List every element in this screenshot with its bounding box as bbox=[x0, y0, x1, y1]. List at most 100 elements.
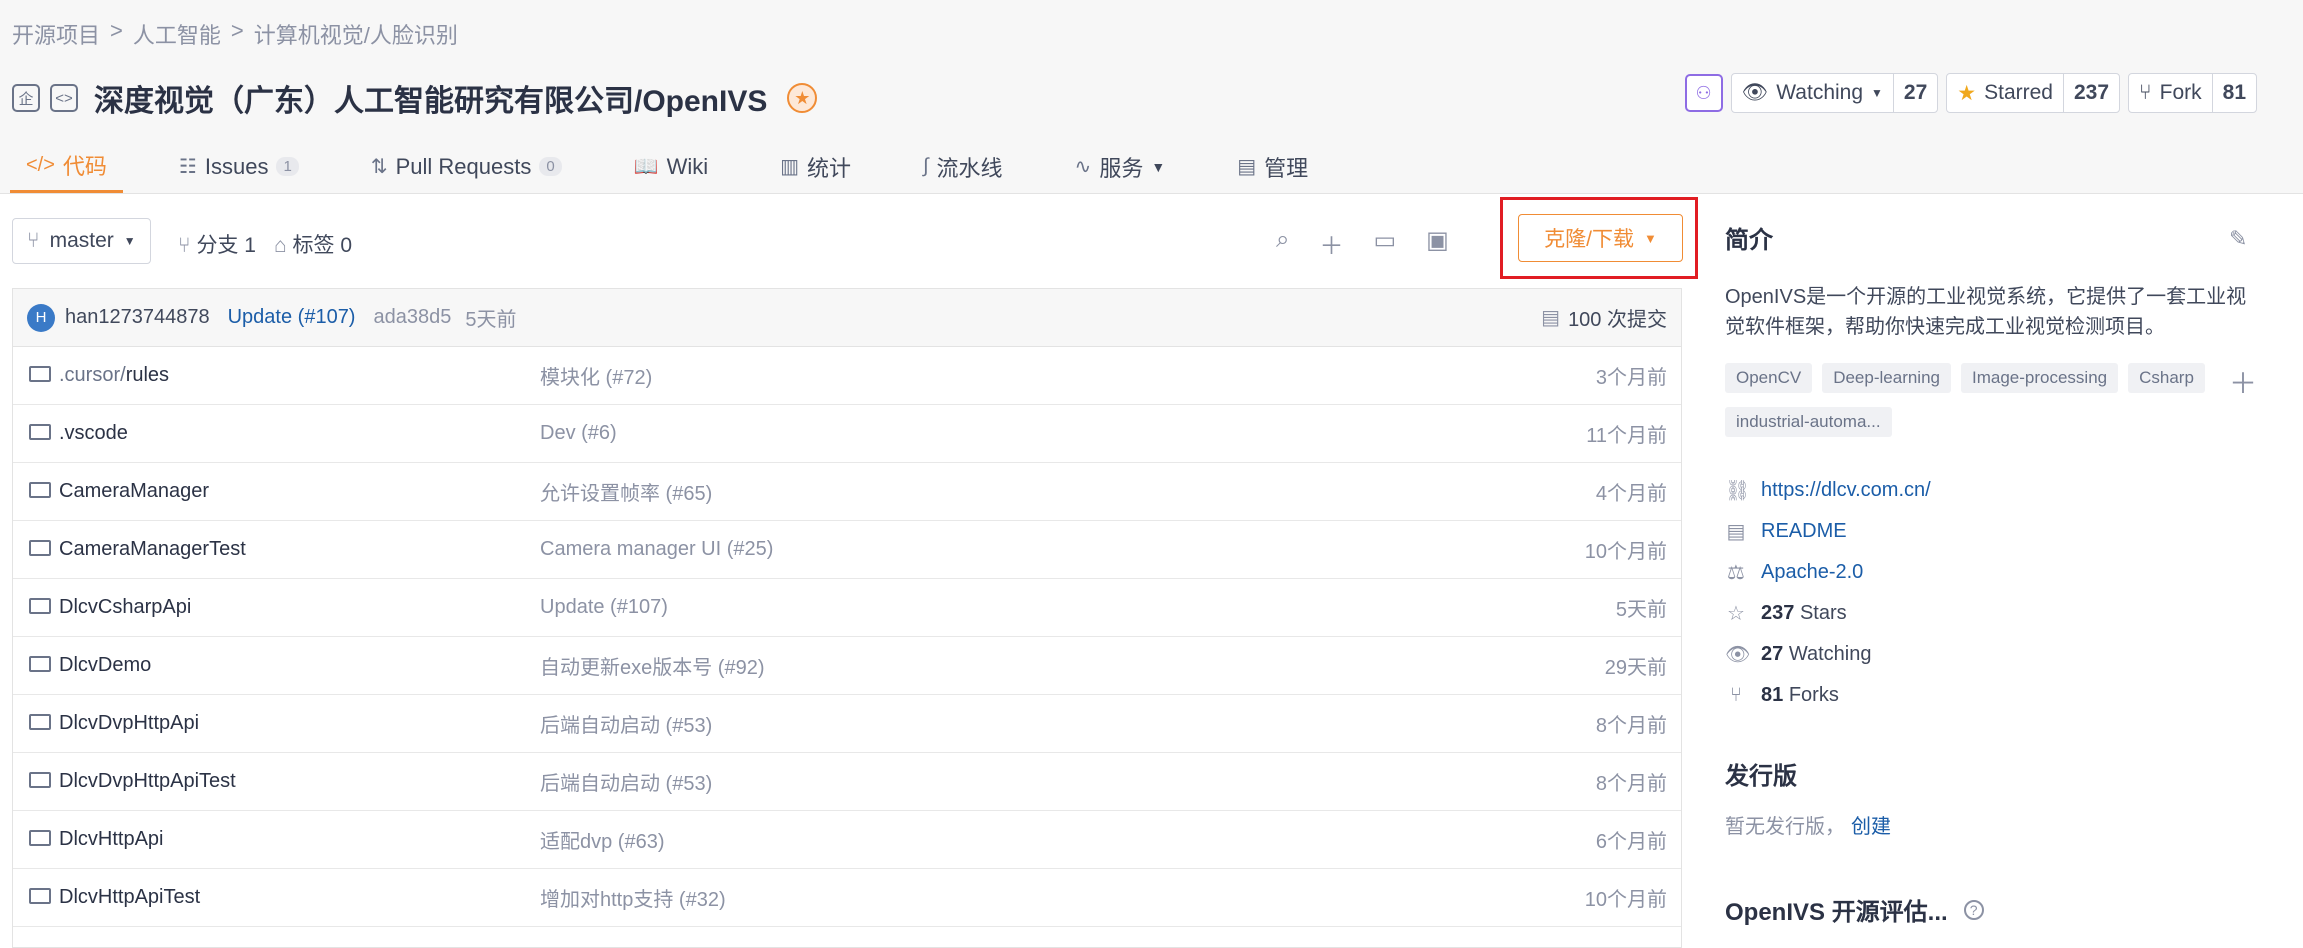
monitor-icon[interactable]: ▭ bbox=[1373, 226, 1396, 261]
file-name: CameraManagerTest bbox=[59, 538, 246, 560]
file-path-prefix: .cursor/ bbox=[59, 364, 126, 386]
file-commit-message[interactable]: 模块化 (#72) bbox=[540, 361, 652, 390]
help-icon[interactable]: ? bbox=[1963, 899, 1984, 920]
forks-num: 81 bbox=[1761, 684, 1784, 706]
topic-tags: OpenCV Deep-learning Image-processing Cs… bbox=[1725, 363, 2215, 437]
file-name-cell[interactable]: .vscode bbox=[29, 422, 128, 445]
forks-label: Forks bbox=[1788, 684, 1839, 706]
breadcrumb-item[interactable]: 人工智能 bbox=[133, 18, 221, 50]
topic-tag[interactable]: OpenCV bbox=[1725, 363, 1813, 393]
commit-list-icon: ▤ bbox=[1541, 307, 1561, 329]
watching-item[interactable]: 👁 27 Watching bbox=[1725, 634, 1931, 675]
file-row[interactable]: CameraManager 允许设置帧率 (#65) 4个月前 bbox=[13, 463, 1681, 521]
create-release-link[interactable]: 创建 bbox=[1851, 816, 1891, 838]
file-list: H han1273744878 Update (#107) ada38d5 5天… bbox=[12, 288, 1682, 948]
file-name-cell[interactable]: DlcvDvpHttpApi bbox=[29, 712, 199, 735]
stars-item[interactable]: ☆ 237 Stars bbox=[1725, 593, 1931, 634]
avatar[interactable]: H bbox=[27, 303, 55, 332]
star-count[interactable]: 237 bbox=[2062, 74, 2119, 112]
robot-icon[interactable]: ⚇ bbox=[1684, 74, 1723, 112]
tab-services[interactable]: ∿ 服务 ▼ bbox=[1059, 140, 1182, 193]
file-row[interactable]: DlcvHttpApiTest 增加对http支持 (#32) 10个月前 bbox=[13, 869, 1681, 927]
topic-tag[interactable]: industrial-automa... bbox=[1725, 407, 1892, 437]
star-icon: ★ bbox=[1957, 81, 1977, 105]
recommended-badge-icon: ★ bbox=[787, 83, 818, 113]
breadcrumb-item[interactable]: 计算机视觉/人脸识别 bbox=[254, 18, 458, 50]
edit-icon[interactable]: ✎ bbox=[2229, 226, 2247, 252]
file-commit-time: 11个月前 bbox=[1586, 425, 1667, 447]
stars-label: Stars bbox=[1799, 602, 1847, 624]
watch-button[interactable]: 👁 Watching ▼ 27 bbox=[1730, 73, 1939, 113]
repo-title: 企 <> 深度视觉（广东）人工智能研究有限公司/OpenIVS ★ bbox=[12, 76, 818, 120]
website-link[interactable]: https://dlcv.com.cn/ bbox=[1761, 479, 1931, 502]
tags-link[interactable]: ⌂ 标签 0 bbox=[274, 229, 352, 259]
topic-tag[interactable]: Image-processing bbox=[1961, 363, 2119, 393]
file-commit-message[interactable]: Update (#107) bbox=[540, 596, 668, 619]
tab-pipeline[interactable]: ∫ 流水线 bbox=[907, 140, 1019, 193]
watch-label: Watching bbox=[1776, 81, 1864, 104]
file-row[interactable]: .cursor/rules 模块化 (#72) 3个月前 bbox=[13, 347, 1681, 405]
tab-code[interactable]: </> 代码 bbox=[10, 140, 123, 193]
file-commit-message[interactable]: Camera manager UI (#25) bbox=[540, 538, 773, 561]
file-name-cell[interactable]: DlcvDemo bbox=[29, 654, 151, 677]
add-tag-icon[interactable]: ＋ bbox=[2229, 362, 2257, 402]
repo-name[interactable]: 深度视觉（广东）人工智能研究有限公司/OpenIVS bbox=[94, 76, 767, 120]
branch-name: master bbox=[49, 229, 114, 252]
commit-author[interactable]: han1273744878 bbox=[65, 306, 210, 329]
file-name-cell[interactable]: DlcvHttpApiTest bbox=[29, 886, 200, 909]
file-name-cell[interactable]: CameraManagerTest bbox=[29, 538, 246, 561]
file-name-cell[interactable]: CameraManager bbox=[29, 480, 209, 503]
file-row[interactable]: DlcvDvpHttpApiTest 后端自动启动 (#53) 8个月前 bbox=[13, 753, 1681, 811]
file-name: .vscode bbox=[59, 422, 128, 444]
file-name: DlcvDvpHttpApiTest bbox=[59, 770, 236, 792]
star-button[interactable]: ★ Starred 237 bbox=[1946, 73, 2121, 113]
breadcrumb-item[interactable]: 开源项目 bbox=[12, 18, 100, 50]
fork-count[interactable]: 81 bbox=[2211, 74, 2256, 112]
tab-manage[interactable]: ▤ 管理 bbox=[1221, 140, 1324, 193]
file-row[interactable]: DlcvDemo 自动更新exe版本号 (#92) 29天前 bbox=[13, 637, 1681, 695]
file-commit-time: 5天前 bbox=[1615, 599, 1667, 621]
fork-label: Fork bbox=[2159, 81, 2202, 104]
branches-link[interactable]: ⑂ 分支 1 bbox=[178, 229, 256, 259]
plus-icon[interactable]: ＋ bbox=[1319, 226, 1343, 261]
search-icon[interactable]: ⌕ bbox=[1276, 226, 1289, 261]
file-commit-message[interactable]: 适配dvp (#63) bbox=[540, 825, 665, 854]
file-commit-message[interactable]: 增加对http支持 (#32) bbox=[540, 883, 726, 912]
file-commit-message[interactable]: 自动更新exe版本号 (#92) bbox=[540, 651, 765, 680]
file-row[interactable]: DlcvDvpHttpApi 后端自动启动 (#53) 8个月前 bbox=[13, 695, 1681, 753]
commit-total-link[interactable]: ▤ 100 次提交 bbox=[1541, 303, 1667, 332]
forks-item[interactable]: ⑂ 81 Forks bbox=[1725, 675, 1931, 716]
file-row[interactable]: DlcvHttpApi 适配dvp (#63) 6个月前 bbox=[13, 811, 1681, 869]
file-row[interactable]: .vscode Dev (#6) 11个月前 bbox=[13, 405, 1681, 463]
file-row[interactable]: CameraManagerTest Camera manager UI (#25)… bbox=[13, 521, 1681, 579]
repo-sidebar: 简介 ✎ OpenIVS是一个开源的工业视觉系统，它提供了一套工业视觉软件框架，… bbox=[1725, 220, 2265, 926]
file-name-cell[interactable]: DlcvCsharpApi bbox=[29, 596, 191, 619]
tab-pull-requests[interactable]: ⇅ Pull Requests 0 bbox=[355, 140, 578, 193]
readme-link[interactable]: README bbox=[1761, 520, 1847, 543]
web-ide-icon[interactable]: ▣ bbox=[1426, 226, 1449, 261]
file-name-cell[interactable]: .cursor/rules bbox=[29, 364, 169, 387]
file-row[interactable]: DlcvCsharpApi Update (#107) 5天前 bbox=[13, 579, 1681, 637]
commit-message[interactable]: Update (#107) bbox=[228, 306, 356, 329]
repo-header: 开源项目 > 人工智能 > 计算机视觉/人脸识别 企 <> 深度视觉（广东）人工… bbox=[0, 0, 2303, 194]
file-commit-message[interactable]: 后端自动启动 (#53) bbox=[540, 709, 712, 738]
file-name-cell[interactable]: DlcvDvpHttpApiTest bbox=[29, 770, 236, 793]
star-label: Starred bbox=[1984, 81, 2053, 104]
topic-tag[interactable]: Csharp bbox=[2128, 363, 2205, 393]
folder-icon bbox=[29, 597, 51, 614]
file-commit-message[interactable]: 后端自动启动 (#53) bbox=[540, 767, 712, 796]
clone-download-button[interactable]: 克隆/下载 ▼ bbox=[1518, 214, 1683, 262]
topic-tag[interactable]: Deep-learning bbox=[1822, 363, 1951, 393]
license-link[interactable]: Apache-2.0 bbox=[1761, 561, 1863, 584]
commit-sha[interactable]: ada38d5 bbox=[373, 306, 451, 329]
branch-select[interactable]: ⑂ master ▼ bbox=[12, 218, 151, 264]
tab-issues[interactable]: ☷ Issues 1 bbox=[163, 140, 315, 193]
fork-icon: ⑂ bbox=[2139, 81, 2152, 104]
tab-wiki[interactable]: 📖 Wiki bbox=[618, 140, 724, 193]
watch-count[interactable]: 27 bbox=[1892, 74, 1937, 112]
tab-stats[interactable]: ▥ 统计 bbox=[764, 140, 867, 193]
fork-button[interactable]: ⑂ Fork 81 bbox=[2128, 73, 2257, 113]
file-commit-message[interactable]: Dev (#6) bbox=[540, 422, 617, 445]
file-commit-message[interactable]: 允许设置帧率 (#65) bbox=[540, 477, 712, 506]
file-name-cell[interactable]: DlcvHttpApi bbox=[29, 828, 163, 851]
